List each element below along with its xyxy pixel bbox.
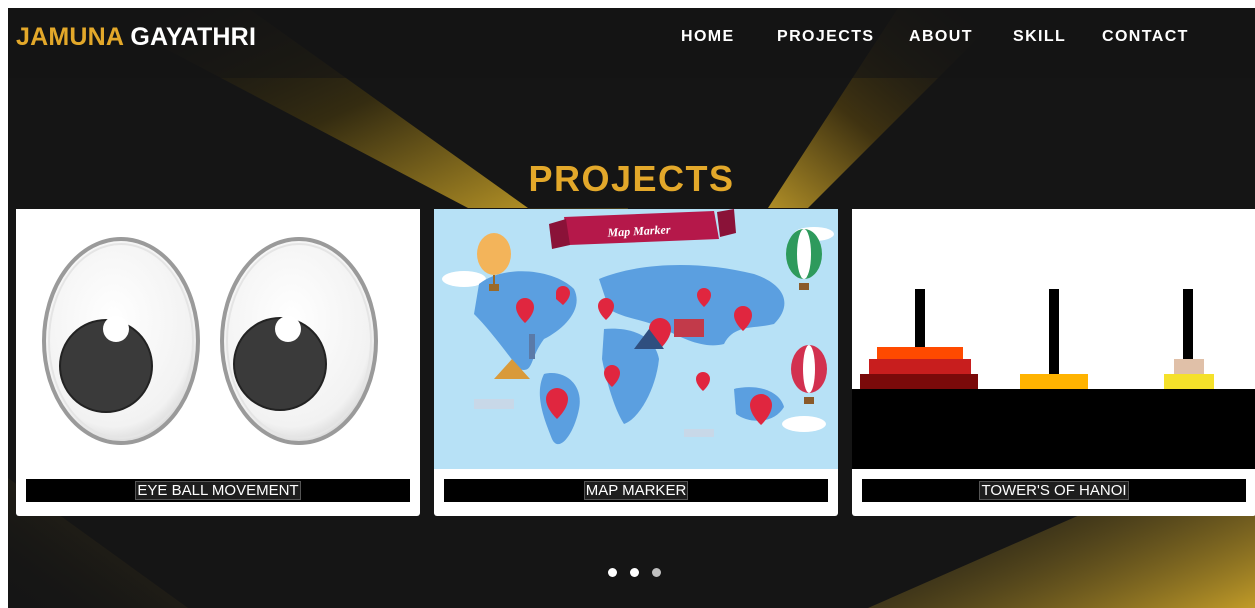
brand-last-name: GAYATHRI xyxy=(130,23,257,51)
project-caption: MAP MARKER xyxy=(444,479,828,502)
nav-about[interactable]: ABOUT xyxy=(909,28,973,46)
project-title: TOWER'S OF HANOI xyxy=(979,481,1129,500)
project-card-map-marker[interactable]: Map Marker MAP MARKER xyxy=(434,209,838,516)
eyeball-image xyxy=(16,209,420,469)
carousel-dot-3[interactable] xyxy=(652,568,661,577)
carousel-dot-2[interactable] xyxy=(630,568,639,577)
page: JAMUNA GAYATHRI HOME PROJECTS ABOUT SKIL… xyxy=(8,8,1255,608)
tower-of-hanoi-image xyxy=(852,209,1255,469)
nav-home[interactable]: HOME xyxy=(681,28,735,46)
project-title: MAP MARKER xyxy=(583,481,689,500)
project-caption: EYE BALL MOVEMENT xyxy=(26,479,410,502)
project-caption: TOWER'S OF HANOI xyxy=(862,479,1246,502)
project-title: EYE BALL MOVEMENT xyxy=(135,481,301,500)
navbar: JAMUNA GAYATHRI HOME PROJECTS ABOUT SKIL… xyxy=(8,8,1255,78)
carousel-dot-1[interactable] xyxy=(608,568,617,577)
brand-logo[interactable]: JAMUNA GAYATHRI xyxy=(16,23,256,52)
nav-skill[interactable]: SKILL xyxy=(1013,28,1066,46)
brand-first-name: JAMUNA xyxy=(16,23,124,51)
project-card-tower-of-hanoi[interactable]: TOWER'S OF HANOI xyxy=(852,209,1255,516)
nav-projects[interactable]: PROJECTS xyxy=(777,28,874,46)
project-card-eyeball[interactable]: EYE BALL MOVEMENT xyxy=(16,209,420,516)
projects-heading: PROJECTS xyxy=(528,158,735,199)
map-marker-image: Map Marker xyxy=(434,209,838,469)
nav-contact[interactable]: CONTACT xyxy=(1102,28,1189,46)
